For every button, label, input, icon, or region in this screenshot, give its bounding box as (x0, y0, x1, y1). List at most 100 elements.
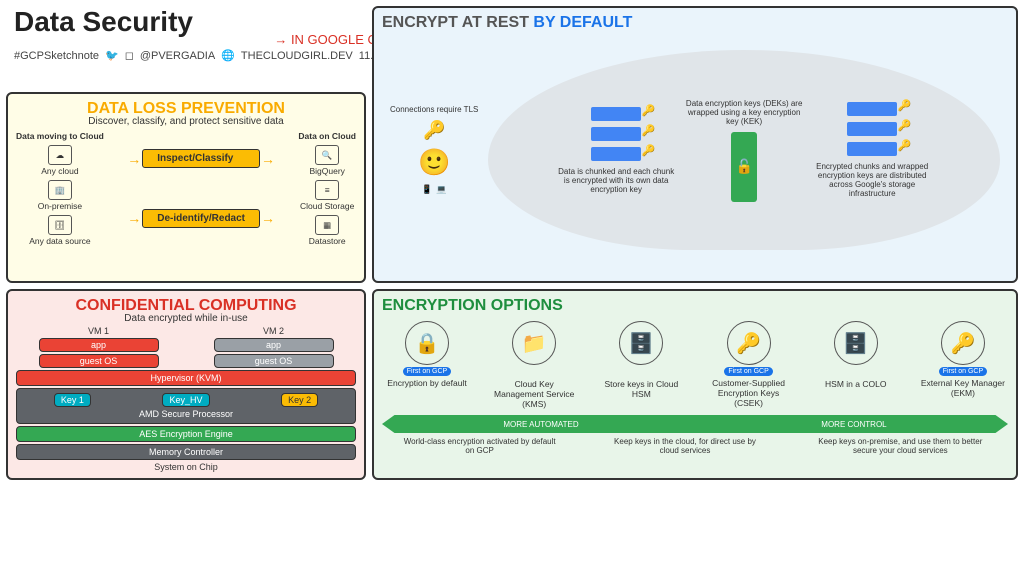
opt-label: Customer-Supplied Encryption Keys (CSEK) (704, 378, 794, 408)
opt-label: HSM in a COLO (825, 379, 886, 389)
spectrum-arrow: MORE AUTOMATED MORE CONTROL (382, 415, 1008, 433)
opt-hsm: 🗄️ Store keys in Cloud HSM (596, 321, 686, 409)
redact-pill: De-identify/Redact (142, 209, 260, 228)
confidential-panel: CONFIDENTIAL COMPUTING Data encrypted wh… (6, 289, 366, 480)
arrow-left-label: MORE AUTOMATED (503, 420, 578, 429)
aes-bar: AES Encryption Engine (16, 426, 356, 442)
instagram-icon: ◻ (125, 49, 134, 62)
desc-0: World-class encryption activated by defa… (400, 437, 560, 455)
key-icon: 🔑 (423, 120, 445, 141)
rest-panel: ENCRYPT AT REST BY DEFAULT Connections r… (372, 6, 1018, 283)
page-subtitle: → IN GOOGLE CLOUD (14, 32, 413, 47)
badge: First on GCP (939, 367, 987, 376)
datastore-icon: ▦ (315, 215, 339, 235)
opt-label: Cloud Key Management Service (KMS) (489, 379, 579, 409)
amd-label: AMD Secure Processor (21, 409, 351, 419)
inspect-pill: Inspect/Classify (142, 149, 260, 168)
dlp-right-2: Datastore (309, 236, 346, 246)
opt-label: Encryption by default (387, 378, 466, 388)
vm1-guest: guest OS (39, 354, 159, 368)
dlp-left-2: Any data source (29, 236, 90, 246)
hsm-colo-icon: 🗄️ (834, 321, 878, 365)
chunk-dist (847, 102, 897, 116)
vm1: VM 1 app guest OS (39, 326, 159, 368)
dlp-actions: Inspect/Classify De-identify/Redact (142, 131, 260, 246)
badge: First on GCP (724, 367, 772, 376)
arrow-right-label: MORE CONTROL (821, 420, 886, 429)
dlp-sub: Discover, classify, and protect sensitiv… (16, 116, 356, 127)
cloud-icon: ☁ (48, 145, 72, 165)
key-icon: 🔑 (727, 321, 771, 365)
dlp-right-0: BigQuery (309, 166, 344, 176)
hsm-icon: 🗄️ (619, 321, 663, 365)
globe-icon: 🌐 (221, 49, 235, 62)
lock-icon: 🔒 (405, 321, 449, 365)
chunk-dist (847, 142, 897, 156)
folder-icon: 📁 (512, 321, 556, 365)
hypervisor-bar: Hypervisor (KVM) (16, 370, 356, 386)
dlp-right-1: Cloud Storage (300, 201, 354, 211)
hashtag: #GCPSketchnote (14, 50, 99, 62)
chunk (591, 127, 641, 141)
soc-label: System on Chip (16, 462, 356, 472)
tls-label: Connections require TLS (390, 105, 478, 114)
dlp-left-header: Data moving to Cloud (16, 131, 104, 141)
header: Data Security → IN GOOGLE CLOUD #GCPSket… (6, 6, 366, 86)
dlp-panel: DATA LOSS PREVENTION Discover, classify,… (6, 92, 366, 283)
phone-icon: 📱 (422, 184, 433, 195)
opt-default: 🔒 First on GCP Encryption by default (382, 321, 472, 409)
database-icon: 🗄 (48, 215, 72, 235)
chunk (591, 107, 641, 121)
opt-ekm: 🔑 First on GCP External Key Manager (EKM) (918, 321, 1008, 409)
tagline: #GCPSketchnote 🐦 ◻ @PVERGADIA 🌐 THECLOUD… (14, 49, 413, 62)
key-hv: Key_HV (162, 393, 209, 407)
opt-kms: 📁 Cloud Key Management Service (KMS) (489, 321, 579, 409)
rest-title-b: BY DEFAULT (533, 14, 632, 31)
storage-icon: ≡ (315, 180, 339, 200)
rest-title: ENCRYPT AT REST BY DEFAULT (382, 14, 1008, 32)
vm2: VM 2 app guest OS (214, 326, 334, 368)
stick-figure-icon: 🙂 (418, 147, 450, 178)
options-row: 🔒 First on GCP Encryption by default 📁 Clou… (382, 321, 1008, 409)
secure-processor: Key 1 Key_HV Key 2 AMD Secure Processor (16, 388, 356, 424)
vm1-label: VM 1 (39, 326, 159, 336)
cloud-diagram: Data is chunked and each chunk is encryp… (488, 50, 1000, 250)
options-title: ENCRYPTION OPTIONS (382, 297, 1008, 315)
desc-2: Keep keys on-premise, and use them to be… (810, 437, 990, 455)
laptop-icon: 💻 (436, 184, 447, 195)
chunk (591, 147, 641, 161)
conf-sub: Data encrypted while in-use (16, 313, 356, 324)
dist-label: Encrypted chunks and wrapped encryption … (812, 162, 932, 198)
options-desc: World-class encryption activated by defa… (382, 437, 1008, 455)
dlp-right-header: Data on Cloud (298, 131, 356, 141)
bigquery-icon: 🔍 (315, 145, 339, 165)
dek-label: Data encryption keys (DEKs) are wrapped … (684, 99, 804, 126)
options-panel: ENCRYPTION OPTIONS 🔒 First on GCP Encrypti… (372, 289, 1018, 480)
chunk-dist (847, 122, 897, 136)
dlp-left-0: Any cloud (41, 166, 78, 176)
opt-csek: 🔑 First on GCP Customer-Supplied Encryptio… (704, 321, 794, 409)
building-icon: 🏢 (48, 180, 72, 200)
key2: Key 2 (281, 393, 318, 407)
mem-bar: Memory Controller (16, 444, 356, 460)
vm2-app: app (214, 338, 334, 352)
opt-label: Store keys in Cloud HSM (596, 379, 686, 399)
ekm-icon: 🔑 (941, 321, 985, 365)
vm1-app: app (39, 338, 159, 352)
dlp-left-col: Data moving to Cloud ☁Any cloud 🏢On-prem… (16, 131, 104, 246)
chunk-label: Data is chunked and each chunk is encryp… (556, 167, 676, 194)
dlp-left-1: On-premise (38, 201, 82, 211)
tls-block: Connections require TLS 🔑 🙂 📱 💻 (390, 105, 478, 195)
vm2-label: VM 2 (214, 326, 334, 336)
desc-1: Keep keys in the cloud, for direct use b… (605, 437, 765, 455)
twitter-icon: 🐦 (105, 49, 119, 62)
dlp-right-col: Data on Cloud 🔍BigQuery ≡Cloud Storage ▦… (298, 131, 356, 246)
opt-colo: 🗄️ HSM in a COLO (811, 321, 901, 409)
vm2-guest: guest OS (214, 354, 334, 368)
site: THECLOUDGIRL.DEV (241, 50, 353, 62)
opt-label: External Key Manager (EKM) (918, 378, 1008, 398)
handle: @PVERGADIA (140, 50, 215, 62)
kek-box (731, 132, 757, 202)
rest-title-a: ENCRYPT AT REST (382, 14, 533, 31)
badge: First on GCP (403, 367, 451, 376)
